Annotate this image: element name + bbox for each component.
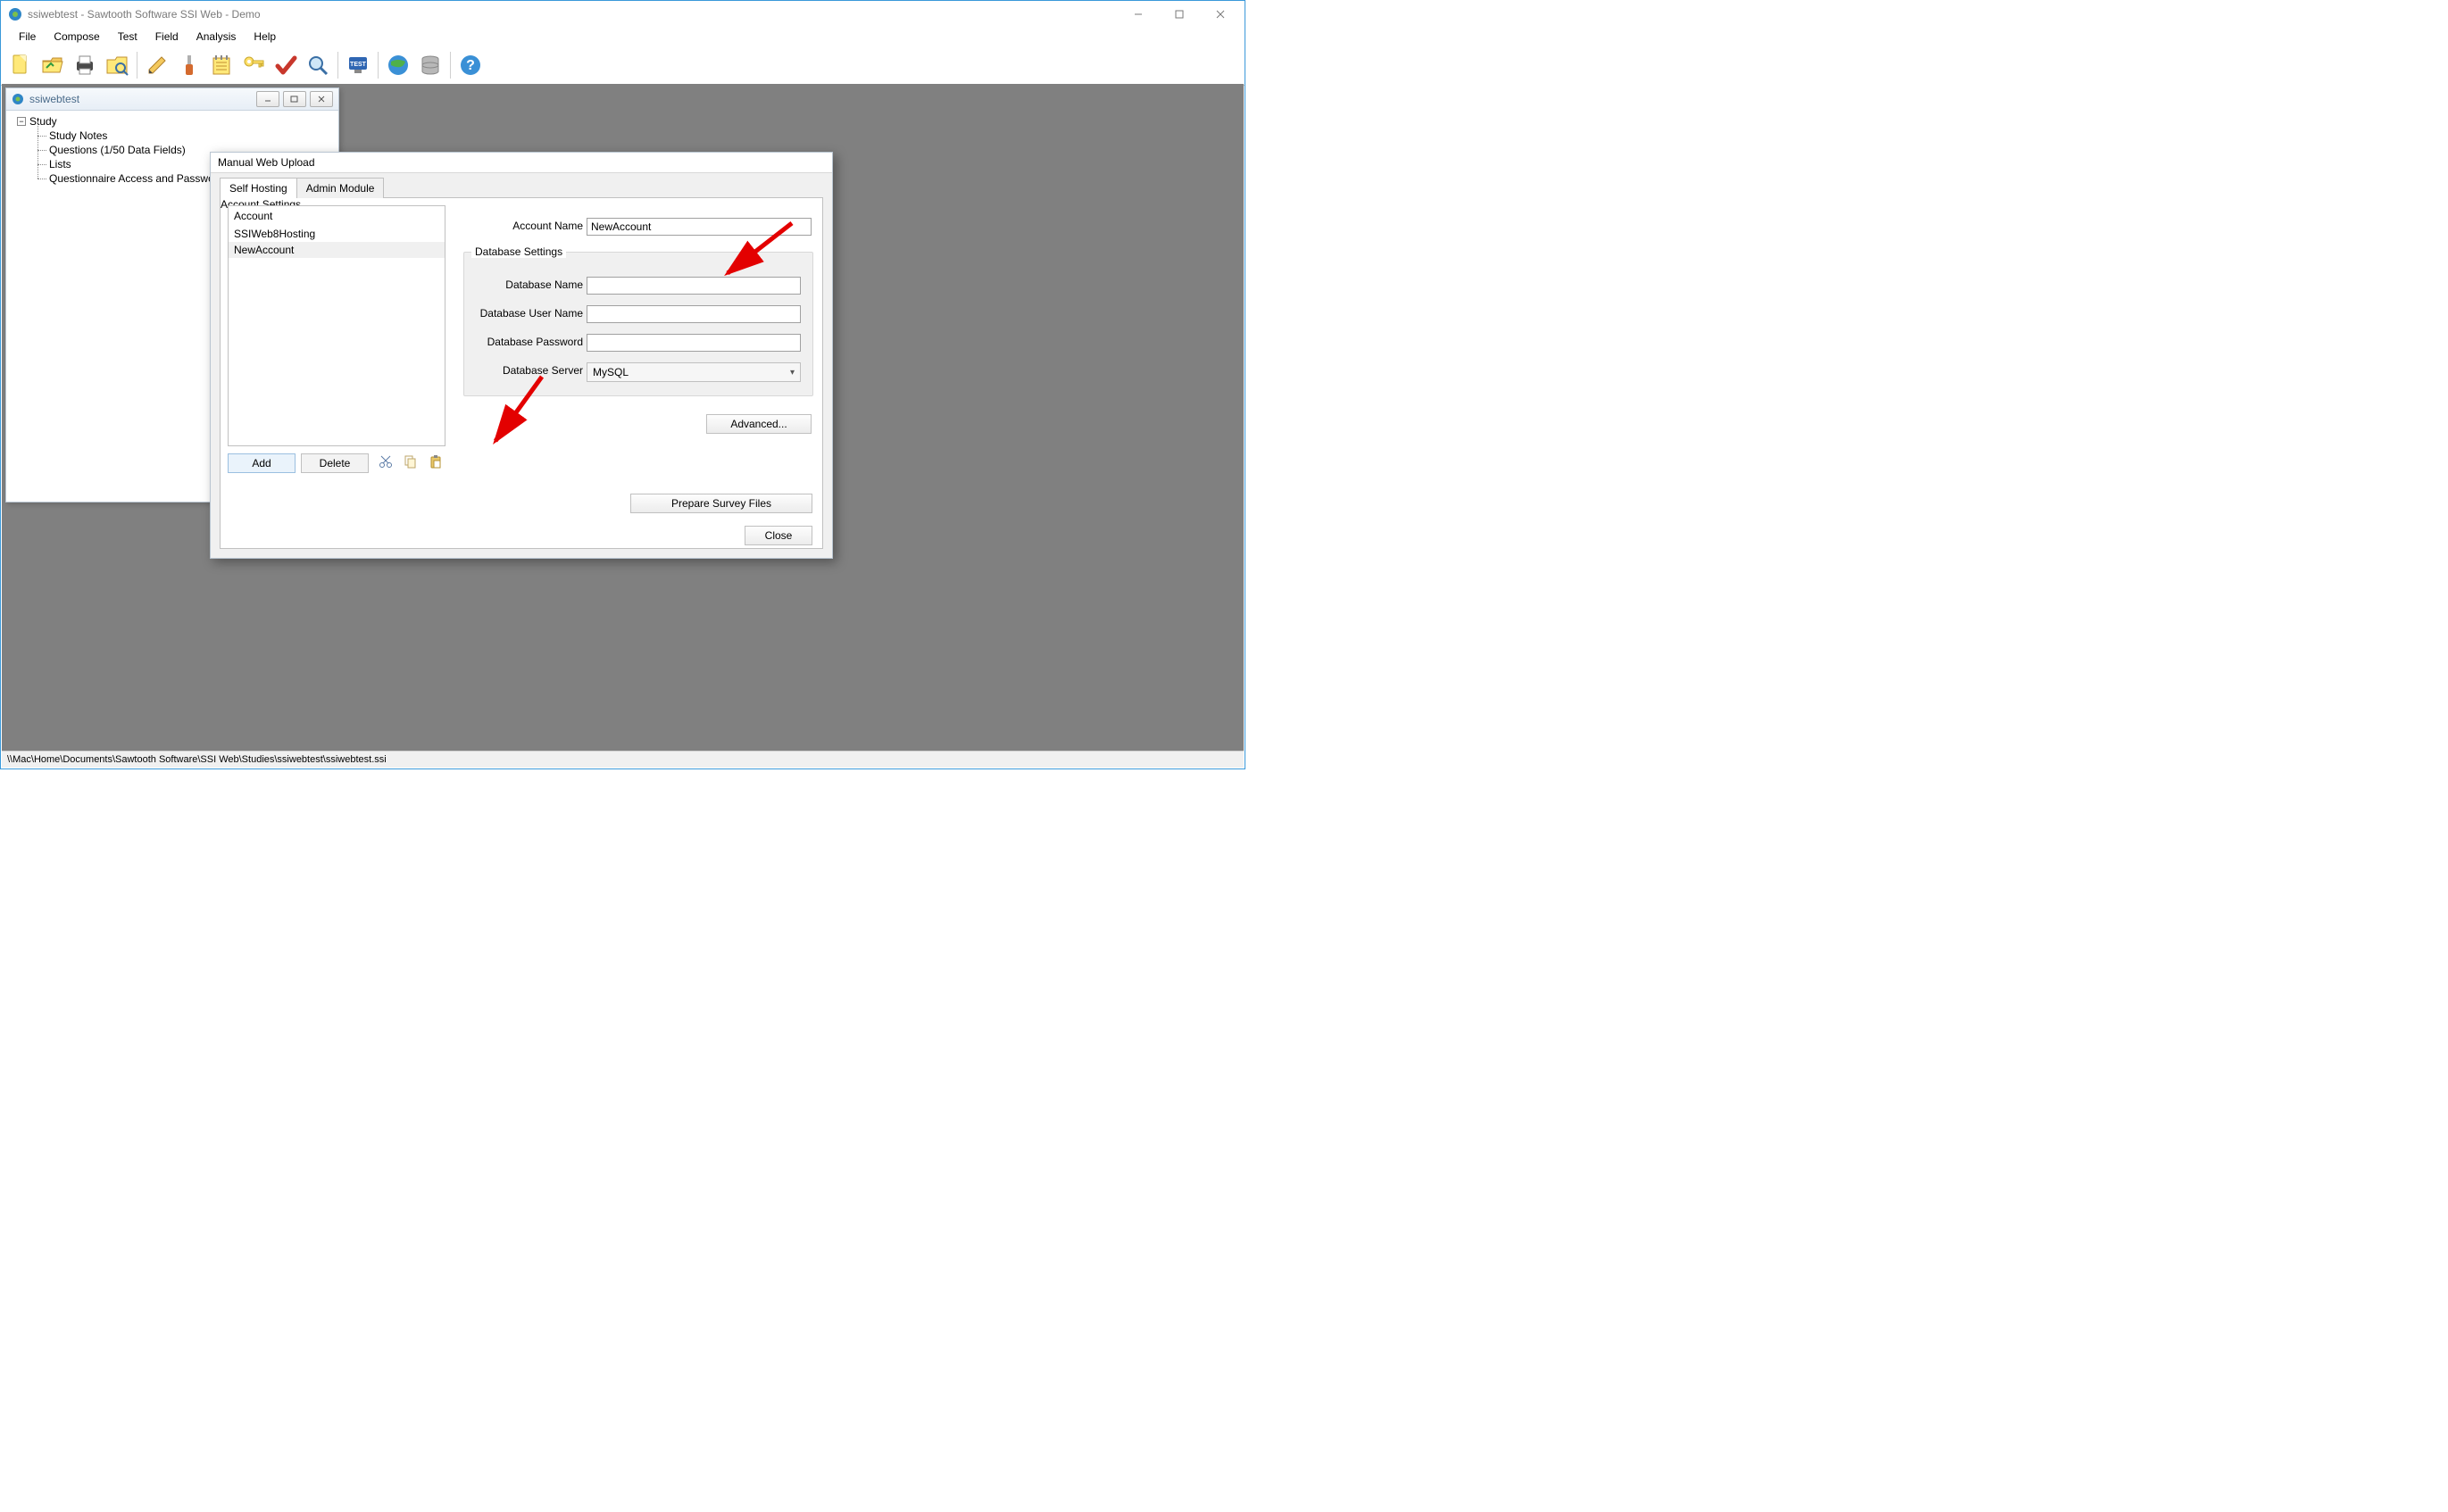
- app-icon: [12, 93, 24, 105]
- maximize-button[interactable]: [1159, 1, 1200, 28]
- chevron-down-icon: ▾: [790, 368, 795, 378]
- delete-button[interactable]: Delete: [301, 453, 369, 473]
- db-server-select[interactable]: MySQL ▾: [587, 362, 801, 382]
- db-server-label: Database Server: [474, 364, 583, 377]
- tree-window-title: ssiwebtest: [29, 93, 79, 105]
- database-icon[interactable]: [414, 49, 446, 81]
- open-folder-icon[interactable]: [37, 49, 69, 81]
- tree-item-lists[interactable]: Lists: [49, 158, 71, 170]
- advanced-button[interactable]: Advanced...: [706, 414, 812, 434]
- app-window: ssiwebtest - Sawtooth Software SSI Web -…: [0, 0, 1245, 769]
- db-name-label: Database Name: [474, 278, 583, 291]
- screwdriver-icon[interactable]: [173, 49, 205, 81]
- globe-icon[interactable]: [382, 49, 414, 81]
- tree-collapse-icon[interactable]: −: [17, 117, 26, 126]
- db-pass-label: Database Password: [465, 336, 583, 348]
- browse-icon[interactable]: [101, 49, 133, 81]
- account-name-label: Account Name: [481, 220, 583, 232]
- menu-test[interactable]: Test: [109, 29, 146, 45]
- copy-icon[interactable]: [403, 453, 419, 469]
- status-bar: \\Mac\Home\Documents\Sawtooth Software\S…: [2, 751, 1244, 768]
- menu-file[interactable]: File: [10, 29, 45, 45]
- close-button[interactable]: Close: [745, 526, 812, 545]
- menu-analysis[interactable]: Analysis: [187, 29, 246, 45]
- checkmark-icon[interactable]: [270, 49, 302, 81]
- tree-item-questions[interactable]: Questions (1/50 Data Fields): [49, 144, 186, 156]
- notes-icon[interactable]: [205, 49, 237, 81]
- db-user-field[interactable]: [587, 305, 801, 323]
- magnifier-icon[interactable]: [302, 49, 334, 81]
- window-title: ssiwebtest - Sawtooth Software SSI Web -…: [28, 8, 261, 21]
- new-file-icon[interactable]: [4, 49, 37, 81]
- db-pass-field[interactable]: [587, 334, 801, 352]
- toolbar: TEST ?: [1, 46, 1245, 86]
- paste-icon[interactable]: [428, 453, 444, 469]
- manual-web-upload-dialog: Manual Web Upload Self Hosting Admin Mod…: [210, 152, 833, 559]
- account-list[interactable]: Account SSIWeb8Hosting NewAccount: [228, 205, 445, 446]
- dialog-title[interactable]: Manual Web Upload: [211, 153, 832, 173]
- menu-help[interactable]: Help: [245, 29, 285, 45]
- dialog-tabs: Self Hosting Admin Module: [220, 178, 383, 198]
- tree-window-titlebar[interactable]: ssiwebtest: [6, 88, 338, 111]
- close-button[interactable]: [1200, 1, 1241, 28]
- prepare-survey-files-button[interactable]: Prepare Survey Files: [630, 494, 812, 513]
- svg-text:?: ?: [466, 58, 475, 73]
- tree-item-study-notes[interactable]: Study Notes: [49, 129, 107, 142]
- db-name-field[interactable]: [587, 277, 801, 295]
- tree-close-button[interactable]: [310, 91, 333, 107]
- test-icon[interactable]: TEST: [342, 49, 374, 81]
- svg-text:TEST: TEST: [350, 62, 367, 68]
- menu-compose[interactable]: Compose: [45, 29, 108, 45]
- tree-root[interactable]: Study: [29, 115, 57, 128]
- cut-icon[interactable]: [378, 453, 394, 469]
- status-path: \\Mac\Home\Documents\Sawtooth Software\S…: [7, 754, 387, 765]
- mdi-area: ssiwebtest − Study Study Notes: [2, 84, 1244, 751]
- tree-minimize-button[interactable]: [256, 91, 279, 107]
- toolbar-separator: [378, 52, 379, 79]
- database-settings-legend: Database Settings: [471, 245, 566, 258]
- toolbar-separator: [337, 52, 338, 79]
- menubar: File Compose Test Field Analysis Help: [1, 28, 1245, 46]
- tab-self-hosting[interactable]: Self Hosting: [220, 178, 297, 198]
- tree-item-access[interactable]: Questionnaire Access and Passwords: [49, 172, 229, 185]
- account-list-header: Account: [229, 206, 445, 226]
- account-row[interactable]: SSIWeb8Hosting: [229, 226, 445, 242]
- clipboard-icons: [378, 453, 444, 469]
- minimize-button[interactable]: [1118, 1, 1159, 28]
- account-name-field[interactable]: [587, 218, 812, 236]
- print-icon[interactable]: [69, 49, 101, 81]
- db-server-value: MySQL: [593, 366, 629, 378]
- menu-field[interactable]: Field: [146, 29, 187, 45]
- title-bar: ssiwebtest - Sawtooth Software SSI Web -…: [1, 1, 1245, 28]
- tree-maximize-button[interactable]: [283, 91, 306, 107]
- account-row[interactable]: NewAccount: [229, 242, 445, 258]
- window-controls: [1118, 1, 1241, 28]
- key-icon[interactable]: [237, 49, 270, 81]
- app-icon: [8, 7, 22, 21]
- help-icon[interactable]: ?: [454, 49, 487, 81]
- tab-admin-module[interactable]: Admin Module: [296, 178, 385, 198]
- db-user-label: Database User Name: [456, 307, 583, 320]
- pencil-icon[interactable]: [141, 49, 173, 81]
- add-button[interactable]: Add: [228, 453, 296, 473]
- toolbar-separator: [450, 52, 451, 79]
